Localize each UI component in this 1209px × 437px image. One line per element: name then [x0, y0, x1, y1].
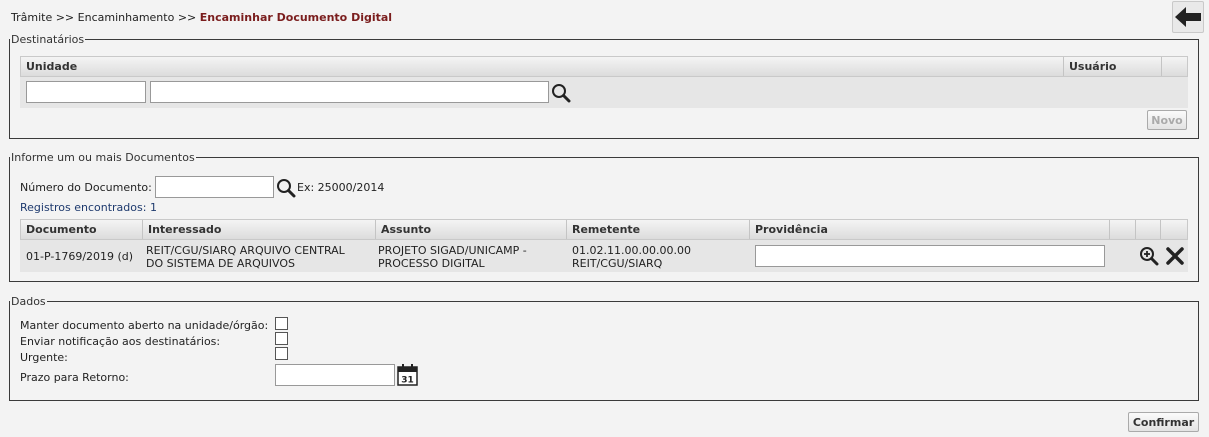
- providencia-input[interactable]: [755, 245, 1105, 267]
- cell-remetente-line2: REIT/CGU/SIARQ: [572, 257, 663, 270]
- breadcrumb-separator: >>: [174, 11, 200, 24]
- col-action-2: [1136, 220, 1161, 239]
- registros-encontrados: Registros encontrados: 1: [20, 201, 157, 214]
- arrow-left-icon: [1175, 7, 1201, 27]
- confirmar-button[interactable]: Confirmar: [1128, 412, 1199, 432]
- magnifier-icon[interactable]: [551, 83, 571, 103]
- col-assunto: Assunto: [376, 220, 567, 239]
- col-documento: Documento: [21, 220, 143, 239]
- back-button[interactable]: [1172, 1, 1204, 33]
- numero-documento-label: Número do Documento:: [20, 181, 152, 194]
- cell-documento: 01-P-1769/2019 (d): [26, 250, 134, 263]
- prazo-retorno-label: Prazo para Retorno:: [20, 371, 129, 384]
- manter-aberto-checkbox[interactable]: [275, 317, 288, 330]
- urgente-checkbox[interactable]: [275, 347, 288, 360]
- documentos-header: Documento Interessado Assunto Remetente …: [20, 219, 1188, 240]
- destinatarios-header: Unidade Usuário: [20, 56, 1188, 77]
- magnifier-icon[interactable]: [276, 178, 296, 198]
- prazo-retorno-input[interactable]: [275, 364, 395, 386]
- enviar-notificacao-checkbox[interactable]: [275, 332, 288, 345]
- col-action-1: [1110, 220, 1136, 239]
- destinatarios-legend: Destinatários: [11, 33, 85, 46]
- cell-interessado-line2: DO SISTEMA DE ARQUIVOS: [146, 257, 296, 270]
- col-interessado: Interessado: [143, 220, 376, 239]
- col-unidade: Unidade: [21, 57, 1064, 76]
- numero-documento-input[interactable]: [155, 176, 274, 198]
- zoom-in-icon[interactable]: [1139, 246, 1159, 266]
- col-remetente: Remetente: [567, 220, 750, 239]
- breadcrumb-current: Encaminhar Documento Digital: [199, 11, 393, 24]
- breadcrumb-tramite[interactable]: Trâmite: [11, 11, 52, 24]
- unidade-code-input[interactable]: [26, 81, 146, 103]
- cell-remetente-line1: 01.02.11.00.00.00.00: [572, 244, 691, 257]
- calendar-icon[interactable]: 31: [397, 364, 418, 386]
- documentos-legend: Informe um ou mais Documentos: [11, 151, 195, 164]
- manter-aberto-label: Manter documento aberto na unidade/órgão…: [20, 319, 269, 332]
- breadcrumb-separator: >>: [52, 11, 78, 24]
- enviar-notificacao-label: Enviar notificação aos destinatários:: [20, 335, 221, 348]
- numero-example: Ex: 25000/2014: [297, 181, 385, 194]
- col-providencia: Providência: [750, 220, 1110, 239]
- calendar-day: 31: [401, 376, 414, 386]
- dados-fieldset: Dados: [9, 295, 1199, 401]
- cell-interessado-line1: REIT/CGU/SIARQ ARQUIVO CENTRAL: [146, 244, 345, 257]
- unidade-name-input[interactable]: [150, 81, 549, 103]
- breadcrumb: Trâmite >> Encaminhamento >> Encaminhar …: [11, 11, 392, 24]
- novo-button[interactable]: Novo: [1147, 110, 1187, 130]
- cell-assunto-line2: PROCESSO DIGITAL: [378, 257, 485, 270]
- cell-interessado: REIT/CGU/SIARQ ARQUIVO CENTRAL DO SISTEM…: [146, 244, 345, 270]
- breadcrumb-encaminhamento[interactable]: Encaminhamento: [78, 11, 175, 24]
- cell-remetente: 01.02.11.00.00.00.00 REIT/CGU/SIARQ: [572, 244, 691, 270]
- dados-legend: Dados: [11, 295, 46, 308]
- close-icon[interactable]: [1165, 246, 1185, 266]
- col-usuario: Usuário: [1064, 57, 1162, 76]
- cell-assunto-line1: PROJETO SIGAD/UNICAMP -: [378, 244, 527, 257]
- urgente-label: Urgente:: [20, 351, 68, 364]
- cell-assunto: PROJETO SIGAD/UNICAMP - PROCESSO DIGITAL: [378, 244, 527, 270]
